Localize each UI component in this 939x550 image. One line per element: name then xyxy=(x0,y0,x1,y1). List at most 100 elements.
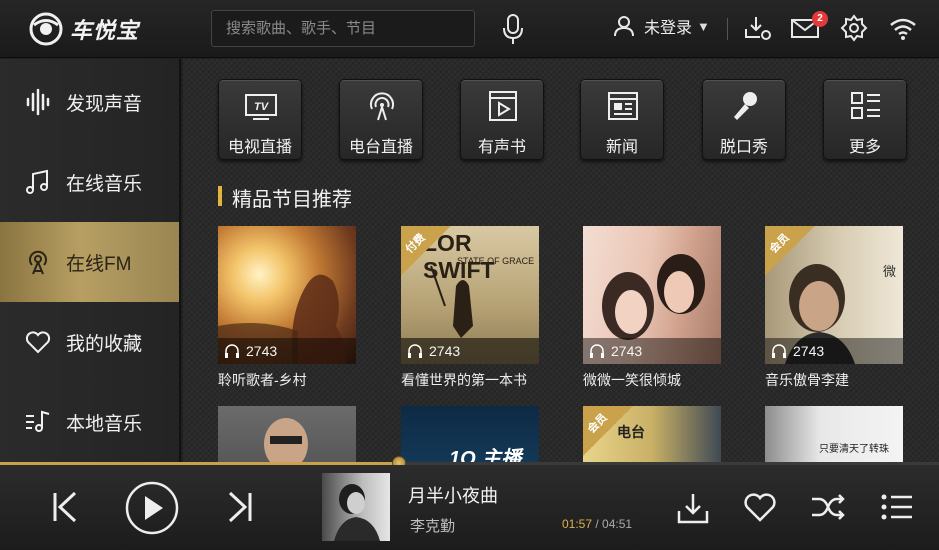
search-input[interactable]: 搜索歌曲、歌手、节目 xyxy=(211,10,475,47)
category-radio-live[interactable]: 电台直播 xyxy=(339,79,423,160)
play-count: 2743 xyxy=(611,343,643,359)
sidebar-item-label: 在线FM xyxy=(66,253,132,275)
sidebar-item-discover[interactable]: 发现声音 xyxy=(0,62,179,142)
sidebar-item-label: 本地音乐 xyxy=(66,413,143,435)
category-news[interactable]: 新闻 xyxy=(580,79,664,160)
tv-icon: TV xyxy=(245,94,277,120)
member-tag: 会员 xyxy=(583,406,633,456)
microphone-icon[interactable] xyxy=(499,12,527,46)
svg-text:微: 微 xyxy=(883,265,896,280)
previous-track-button[interactable] xyxy=(50,490,80,524)
top-bar: 车悦宝 搜索歌曲、歌手、节目 未登录 ▼ 2 xyxy=(0,0,939,58)
heart-icon xyxy=(25,331,51,354)
sidebar-item-label: 在线音乐 xyxy=(66,173,143,195)
sidebar-item-online-fm[interactable]: 在线FM xyxy=(0,222,179,302)
microphone-icon xyxy=(734,92,757,120)
sidebar-item-local-music[interactable]: 本地音乐 xyxy=(0,382,179,462)
time-separator: / xyxy=(592,517,603,531)
program-card[interactable]: 2743 聆听歌者-乡村 xyxy=(218,226,356,390)
app-name: 车悦宝 xyxy=(70,18,140,43)
wifi-icon xyxy=(890,18,916,40)
user-icon xyxy=(614,16,634,37)
category-label: 新闻 xyxy=(605,139,638,156)
section-accent xyxy=(218,186,222,206)
mail-badge: 2 xyxy=(812,11,828,27)
program-card[interactable]: 电台 会员 xyxy=(583,406,721,463)
playlist-button[interactable] xyxy=(880,493,914,521)
host-portrait-image xyxy=(264,418,308,463)
program-title: 聆听歌者-乡村 xyxy=(218,372,307,388)
headphones-icon xyxy=(225,344,239,358)
download-manager-icon[interactable] xyxy=(743,13,773,43)
cover-art-title: 只要清天了转珠 xyxy=(819,444,889,455)
sidebar: 发现声音 在线音乐 在线FM 我的收藏 本地音乐 xyxy=(0,59,181,463)
program-card[interactable]: 2743 微微一笑很倾城 xyxy=(583,226,721,390)
program-title: 微微一笑很倾城 xyxy=(583,372,681,388)
radio-icon xyxy=(370,92,394,121)
member-tag: 会员 xyxy=(765,226,815,276)
cover-art-title: 1Q 主播 xyxy=(449,448,522,463)
sound-wave-icon xyxy=(26,88,50,116)
headphones-icon xyxy=(772,344,786,358)
section-title: 精品节目推荐 xyxy=(232,189,352,211)
play-count-bar: 2743 xyxy=(218,338,356,364)
app-logo[interactable]: 车悦宝 xyxy=(28,12,139,46)
time-display: 01:57 / 04:51 xyxy=(562,517,632,531)
program-card[interactable]: LOR SWIFT STATE OF GRACE 付费 2743 看懂世界的第一… xyxy=(401,226,539,390)
category-label: 脱口秀 xyxy=(719,139,768,156)
svg-text:TV: TV xyxy=(254,101,270,113)
program-cover: 2743 xyxy=(218,226,356,364)
news-icon xyxy=(608,92,638,120)
download-button[interactable] xyxy=(676,491,710,525)
program-cover: 只要清天了转珠 xyxy=(765,406,903,463)
play-count: 2743 xyxy=(246,343,278,359)
current-time: 01:57 xyxy=(562,517,593,531)
artist-portrait-image xyxy=(334,484,380,541)
category-label: 更多 xyxy=(848,139,881,156)
program-cover: LOR SWIFT STATE OF GRACE 付费 2743 xyxy=(401,226,539,364)
sidebar-item-label: 我的收藏 xyxy=(66,333,143,355)
category-talk-show[interactable]: 脱口秀 xyxy=(702,79,786,160)
category-label: 电视直播 xyxy=(227,139,292,156)
program-title: 看懂世界的第一本书 xyxy=(401,372,527,388)
local-music-icon xyxy=(26,410,50,432)
sidebar-item-favorites[interactable]: 我的收藏 xyxy=(0,302,179,382)
paid-tag: 付费 xyxy=(401,226,451,276)
category-audiobook[interactable]: 有声书 xyxy=(460,79,544,160)
category-label: 电台直播 xyxy=(348,139,413,156)
play-count: 2743 xyxy=(793,343,825,359)
play-button[interactable] xyxy=(124,480,180,536)
player-bar: 月半小夜曲 李克勤 01:57 / 04:51 xyxy=(0,465,939,550)
category-tv-live[interactable]: TV 电视直播 xyxy=(218,79,302,160)
total-time: 04:51 xyxy=(602,517,633,531)
sidebar-item-online-music[interactable]: 在线音乐 xyxy=(0,142,179,222)
program-card[interactable]: 只要清天了转珠 xyxy=(765,406,903,463)
music-note-icon xyxy=(26,169,48,194)
program-card[interactable]: 1Q 主播 xyxy=(401,406,539,463)
divider xyxy=(727,18,728,40)
favorite-heart-button[interactable] xyxy=(743,491,777,523)
play-count-bar: 2743 xyxy=(583,338,721,364)
sidebar-item-label: 发现声音 xyxy=(66,93,143,115)
more-icon xyxy=(851,92,880,119)
logo-icon xyxy=(29,12,63,46)
program-card[interactable] xyxy=(218,406,356,463)
category-more[interactable]: 更多 xyxy=(823,79,907,160)
play-count-bar: 2743 xyxy=(401,338,539,364)
next-track-button[interactable] xyxy=(225,490,255,524)
song-artist: 李克勤 xyxy=(410,518,456,535)
category-label: 有声书 xyxy=(477,139,526,156)
shuffle-button[interactable] xyxy=(810,492,846,522)
program-card[interactable]: 微 会员 2743 音乐傲骨李建 xyxy=(765,226,903,390)
main-content: TV 电视直播 电台直播 有声书 新闻 脱口秀 更多 精品节目推荐 2743 聆… xyxy=(183,59,939,463)
program-cover: 微 会员 2743 xyxy=(765,226,903,364)
play-count: 2743 xyxy=(429,343,461,359)
user-menu[interactable]: 未登录 ▼ xyxy=(612,14,710,38)
headphones-icon xyxy=(590,344,604,358)
headphones-icon xyxy=(408,344,422,358)
now-playing-cover[interactable] xyxy=(322,473,390,541)
program-cover xyxy=(218,406,356,463)
program-cover: 1Q 主播 xyxy=(401,406,539,463)
program-cover: 2743 xyxy=(583,226,721,364)
settings-gear-icon[interactable] xyxy=(839,13,869,43)
